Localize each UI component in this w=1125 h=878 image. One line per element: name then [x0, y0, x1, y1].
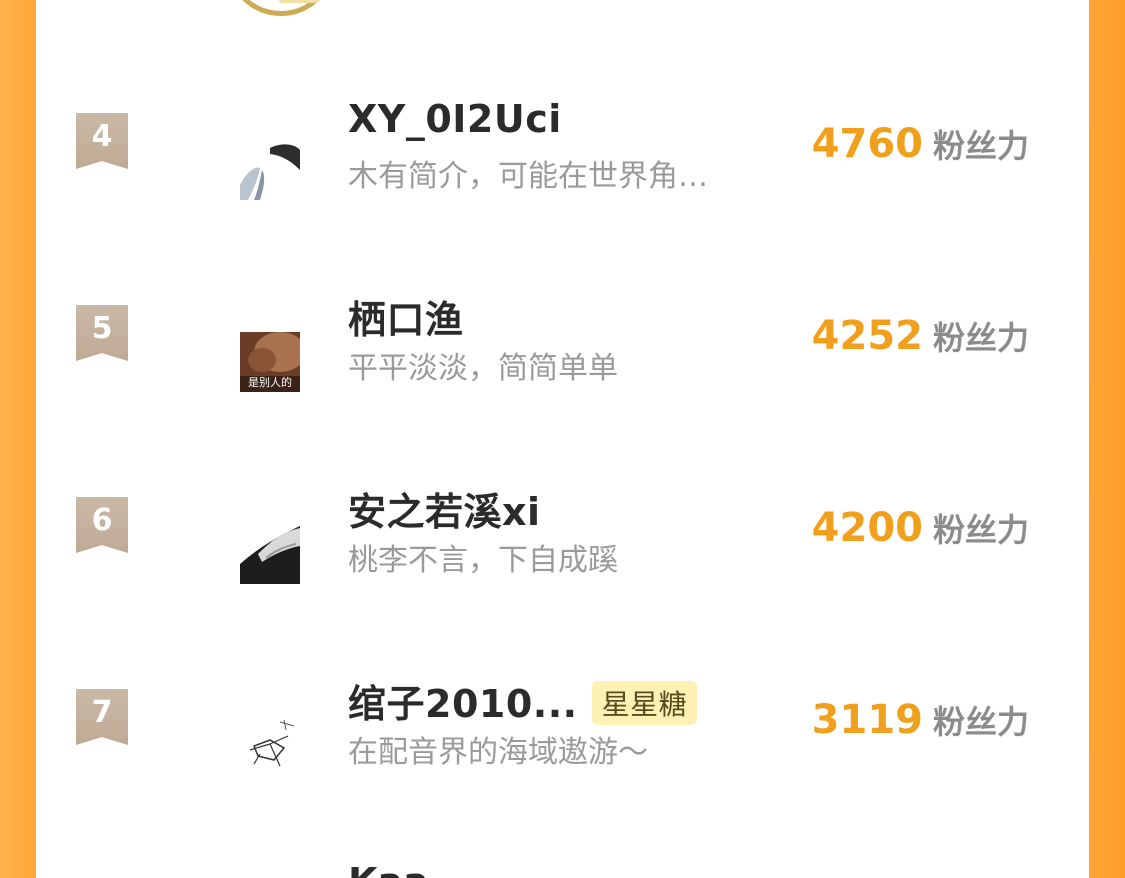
- score-unit: 粉丝力: [932, 703, 1029, 741]
- user-name-line: 绾子2010... 星星糖: [348, 673, 698, 729]
- score-value: 3119: [811, 697, 923, 743]
- user-bio: 平平淡淡，简简单单: [348, 351, 618, 386]
- status-badge: 星星糖: [591, 680, 698, 725]
- leaderboard-row[interactable]: 7 绾子2010... 星星糖 在配音界的海域遨游～ 3119 粉丝力: [36, 671, 1089, 821]
- rank-ribbon: 5: [76, 305, 128, 361]
- avatar[interactable]: 是别人的: [240, 332, 300, 392]
- leaderboard-row[interactable]: 5 是别人的 栖口渔 平平淡淡，简简单单 4252 粉丝力: [36, 287, 1089, 437]
- score-unit: 粉丝力: [932, 319, 1029, 357]
- top-user-avatar[interactable]: [226, 0, 336, 16]
- rank-ribbon: 7: [76, 689, 128, 745]
- user-name[interactable]: XY_0I2Uci: [348, 97, 562, 141]
- avatar[interactable]: [240, 524, 300, 584]
- fan-power-score: 4200 粉丝力: [812, 505, 1029, 551]
- score-value: 4760: [811, 121, 923, 167]
- user-name[interactable]: 绾子2010...: [348, 682, 578, 726]
- fan-power-score: 4760 粉丝力: [812, 121, 1029, 167]
- score-value: 4200: [811, 505, 923, 551]
- user-name[interactable]: 栖口渔: [348, 289, 464, 344]
- leaderboard-card: 4 XY_0I2Uci 木有简介，可能在世界角… 4760粉丝力 5 是别人的: [36, 0, 1089, 878]
- score-unit: 粉丝力: [932, 127, 1029, 165]
- user-bio: 在配音界的海域遨游～: [348, 735, 648, 770]
- rank-ribbon: 6: [76, 497, 128, 553]
- user-bio: 桃李不言，下自成蹊: [348, 543, 618, 578]
- next-user-name-partial[interactable]: Kaa...: [348, 860, 472, 878]
- user-bio: 木有简介，可能在世界角…: [348, 159, 708, 194]
- leaderboard-row[interactable]: 6 安之若溪xi 桃李不言，下自成蹊 4200 粉丝力: [36, 479, 1089, 629]
- rank-ribbon: 4: [76, 113, 128, 169]
- score-unit: 粉丝力: [932, 511, 1029, 549]
- leaderboard-row[interactable]: 4 XY_0I2Uci 木有简介，可能在世界角… 4760 粉丝力: [36, 95, 1089, 245]
- score-value: 4252: [811, 313, 923, 359]
- avatar-caption: 是别人的: [248, 376, 292, 389]
- avatar[interactable]: [240, 716, 300, 776]
- fan-power-score: 4252 粉丝力: [812, 313, 1029, 359]
- fan-power-score: 3119 粉丝力: [812, 697, 1029, 743]
- avatar[interactable]: [240, 140, 300, 200]
- user-name[interactable]: 安之若溪xi: [348, 481, 541, 536]
